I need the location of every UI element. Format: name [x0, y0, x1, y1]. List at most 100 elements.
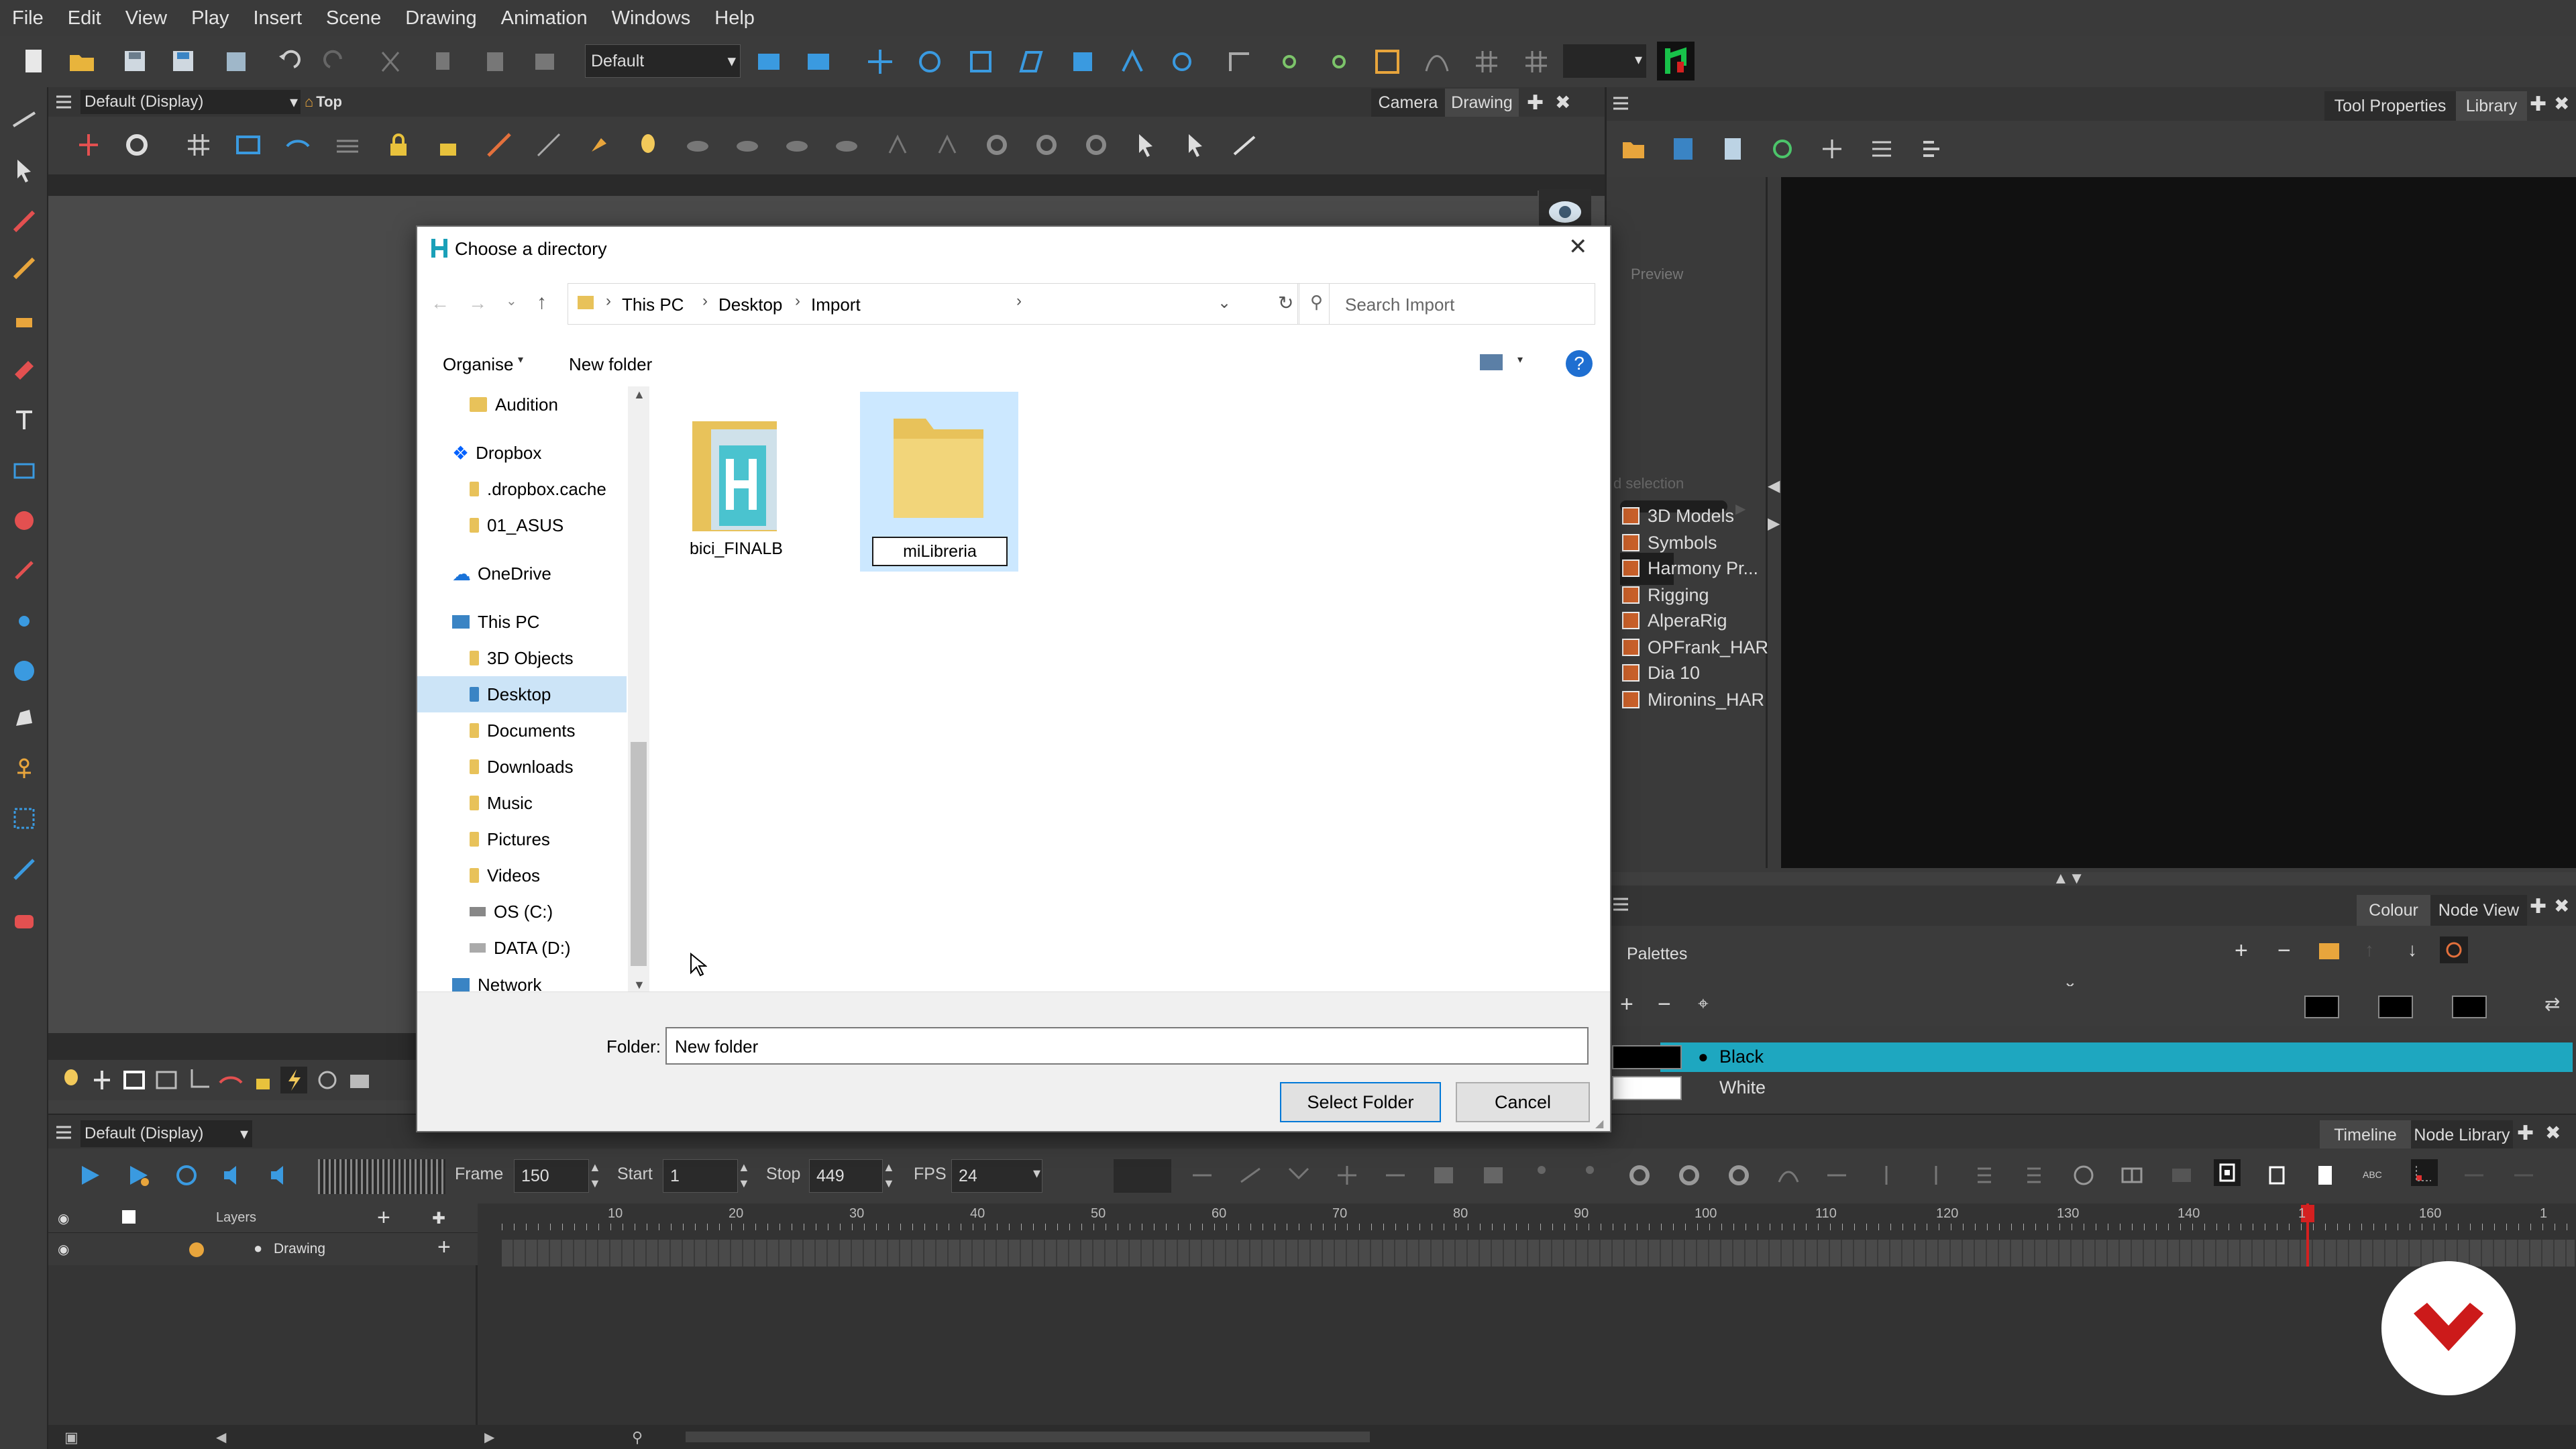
scroll-left-icon[interactable]: ◀ [216, 1429, 226, 1446]
search-box[interactable]: ⚲ Search Import [1299, 283, 1595, 325]
rename-input[interactable]: miLibreria [872, 537, 1008, 566]
paint-pot-icon[interactable] [11, 906, 38, 932]
tl-tool-4-icon[interactable] [1334, 1162, 1360, 1189]
gear-1-icon[interactable] [983, 131, 1010, 158]
menu-play[interactable]: Play [191, 7, 229, 30]
onion-select[interactable] [1114, 1159, 1171, 1193]
perspective-icon[interactable] [535, 131, 562, 158]
settings-icon[interactable] [123, 131, 150, 158]
menu-edit[interactable]: Edit [68, 7, 101, 30]
nav-3d-objects[interactable]: 3D Objects [470, 640, 574, 676]
library-content[interactable] [1781, 177, 2576, 868]
stop-input[interactable]: 449 [809, 1159, 883, 1193]
menu-view[interactable]: View [125, 7, 167, 30]
organise-button[interactable]: Organise [443, 354, 514, 375]
library-item[interactable]: Mironins_HAR [1622, 687, 1764, 712]
copy-icon[interactable] [429, 47, 460, 78]
stack-1-icon[interactable] [684, 131, 711, 158]
frame-stepper-icon[interactable]: ▲ ▼ [589, 1159, 605, 1193]
add-child-layer-icon[interactable]: + [437, 1234, 451, 1260]
tab-camera[interactable]: Camera [1371, 89, 1445, 117]
mask-icon[interactable] [217, 1067, 244, 1093]
library-item[interactable]: Harmony Pr... [1622, 555, 1758, 581]
library-item[interactable]: OPFrank_HAR [1622, 635, 1768, 660]
chevron-down-icon[interactable]: ▾ [1517, 353, 1523, 366]
transform-icon[interactable] [865, 47, 896, 78]
grid-view-icon[interactable] [2118, 1162, 2145, 1189]
recent-dropdown-icon[interactable]: ⌄ [506, 292, 517, 309]
library-item[interactable]: Symbols [1622, 530, 1717, 555]
dropper-icon[interactable] [11, 557, 38, 584]
tl-tool-5-icon[interactable] [1382, 1162, 1409, 1189]
up-icon[interactable]: ↑ [537, 291, 547, 314]
tl-tool-14-icon[interactable] [1971, 1162, 1998, 1189]
start-input[interactable]: 1 [663, 1159, 738, 1193]
address-bar[interactable]: › This PC › Desktop › Import › ⌄ ↻ [568, 283, 1330, 325]
tl-tool-16-icon[interactable] [2168, 1162, 2195, 1189]
library-item[interactable]: AlperaRig [1622, 608, 1727, 633]
nav-downloads[interactable]: Downloads [470, 749, 574, 785]
globe-icon[interactable] [2070, 1162, 2097, 1189]
tab-node-library[interactable]: Node Library [2411, 1120, 2513, 1150]
swap-colour-icon[interactable]: ⇄ [2544, 993, 2560, 1015]
colour-row-white[interactable]: White [1607, 1073, 2576, 1103]
delete-icon[interactable] [530, 47, 561, 78]
frame-mode-1-icon[interactable] [2214, 1159, 2241, 1186]
details-view-icon[interactable] [1918, 136, 1945, 162]
add-tab-icon[interactable]: ✚ [2530, 93, 2546, 116]
refresh-icon[interactable] [1769, 136, 1796, 162]
fps-select[interactable]: 24 [951, 1159, 1042, 1193]
menu-insert[interactable]: Insert [253, 7, 302, 30]
layer-visibility-icon[interactable]: ◉ [58, 1241, 69, 1258]
stamp-tool-icon[interactable] [585, 131, 612, 158]
gear-b-icon[interactable] [1676, 1162, 1703, 1189]
colour-toggle-icon[interactable] [122, 1210, 136, 1224]
frame-mode-2-icon[interactable] [2263, 1162, 2290, 1189]
nav-onedrive[interactable]: ☁ OneDrive [452, 555, 551, 592]
layout-icon[interactable] [754, 47, 785, 78]
camera-small-icon[interactable]: ▣ [64, 1429, 78, 1446]
new-scene-icon[interactable] [20, 47, 51, 78]
nav-dropbox[interactable]: ❖ Dropbox [452, 435, 541, 471]
select-cursor-2-icon[interactable] [1182, 131, 1209, 158]
folder-input[interactable]: New folder [665, 1027, 1589, 1065]
camera-icon[interactable] [346, 1067, 373, 1093]
back-icon[interactable]: ← [431, 292, 449, 314]
sound-scrub-icon[interactable] [267, 1162, 294, 1189]
help-icon[interactable]: ? [1566, 350, 1593, 377]
save-as-icon[interactable] [169, 47, 200, 78]
nav-music[interactable]: Music [470, 785, 533, 821]
brush-colour-swatch[interactable] [2378, 996, 2413, 1018]
visibility-toggle-all-icon[interactable]: ◉ [58, 1210, 69, 1227]
tl-tool-17-icon[interactable] [2461, 1162, 2487, 1189]
tl-tool-3-icon[interactable] [1285, 1162, 1312, 1189]
add-palette-icon[interactable]: + [2235, 938, 2248, 964]
loop-icon[interactable] [173, 1162, 200, 1189]
unlock-icon[interactable] [435, 131, 462, 158]
safe-area-icon[interactable] [235, 131, 262, 158]
light-table-icon[interactable] [334, 131, 361, 158]
excel-icon[interactable] [1670, 136, 1697, 162]
view-mode-icon[interactable] [1480, 354, 1503, 370]
skew-icon[interactable] [1017, 47, 1048, 78]
undo-icon[interactable] [274, 47, 305, 78]
save-icon[interactable] [121, 47, 152, 78]
hamburger-menu-icon[interactable] [55, 93, 72, 111]
record-icon[interactable] [2411, 1159, 2438, 1186]
select-cursor-icon[interactable] [1132, 131, 1159, 158]
folder-item-selected[interactable]: miLibreria [860, 392, 1018, 572]
remove-colour-icon[interactable]: − [1658, 991, 1671, 1018]
tl-tool-6-icon[interactable] [1430, 1162, 1457, 1189]
frame-mode-3-icon[interactable] [2312, 1162, 2339, 1189]
add-drawing-layer-icon[interactable]: ✚ [432, 1209, 445, 1228]
rigging-icon[interactable] [11, 755, 38, 782]
tab-tool-properties[interactable]: Tool Properties [2324, 91, 2456, 121]
nav-data-d[interactable]: DATA (D:) [470, 930, 571, 966]
new-folder-button[interactable]: New folder [569, 354, 652, 375]
nav-dropbox-cache[interactable]: .dropbox.cache [470, 471, 606, 507]
scroll-up-icon[interactable]: ▲ [633, 388, 645, 402]
play-selection-icon[interactable] [125, 1162, 152, 1189]
file-list[interactable]: bici_FINALB miLibreria [653, 386, 1609, 997]
tl-tool-10-icon[interactable] [1775, 1162, 1802, 1189]
colour-row-black[interactable]: ● Black [1607, 1042, 2576, 1072]
